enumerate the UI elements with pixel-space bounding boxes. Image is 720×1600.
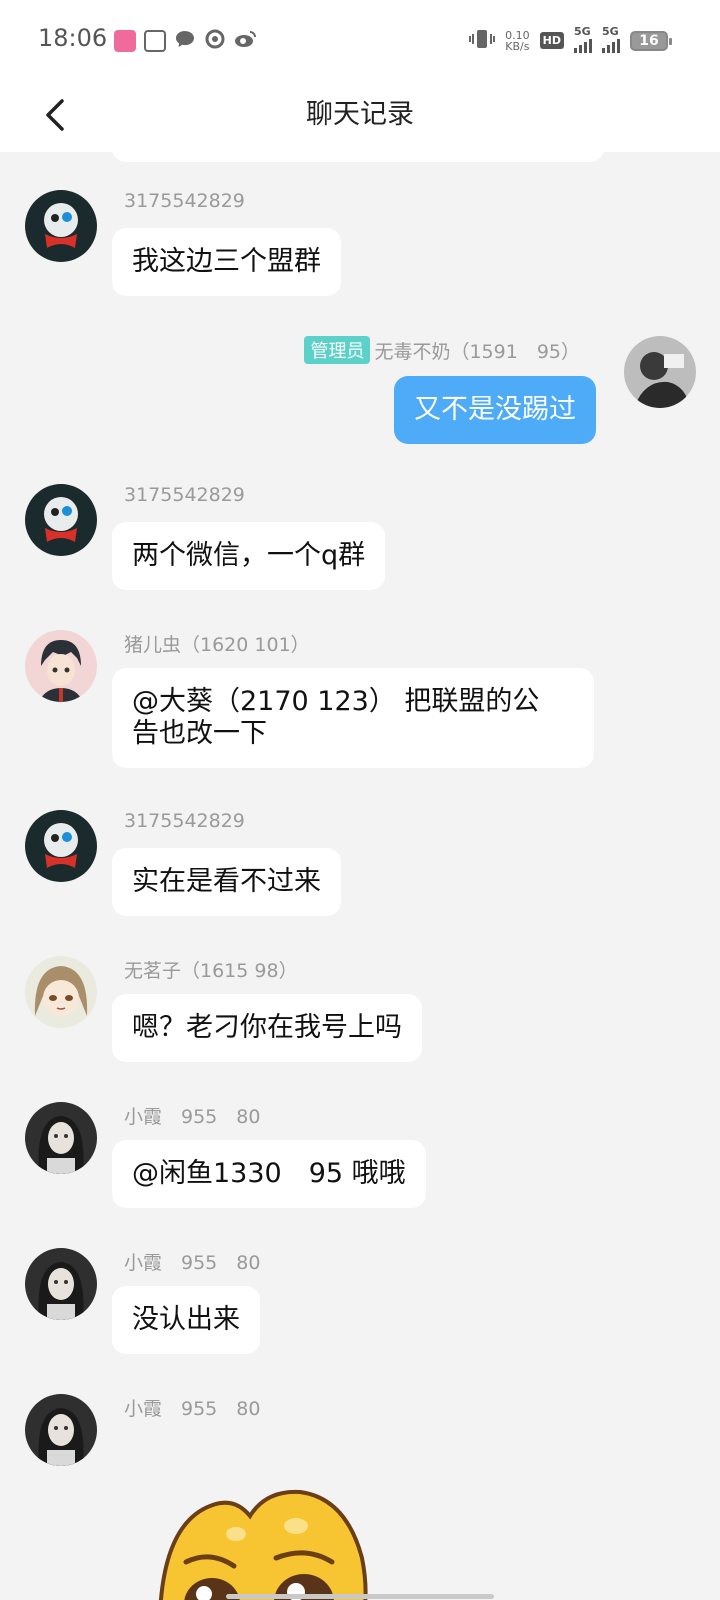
avatar[interactable] [25,956,97,1028]
shopping-app-icon [114,30,136,52]
message-bubble[interactable]: 两个微信，一个q群 [112,522,386,590]
sender-name: 小霞 955 80 [124,1252,261,1274]
signal-sim2-icon: 5G [602,25,620,53]
page-title: 聊天记录 [306,99,414,130]
message-text-line: 告也改一下 [132,718,267,749]
network-speed: 0.10 KB/s [505,28,530,53]
message-bubble[interactable]: 又不是没踢过 [394,376,596,444]
sender-name: 猪儿虫（1620 101） [124,634,310,656]
weibo-icon [234,28,258,54]
avatar[interactable] [25,1394,97,1466]
sender-name: 无毒不奶（1591 95） [374,340,580,363]
message-bubble[interactable]: @大葵（2170 123） 把联盟的公 告也改一下 [112,668,594,768]
avatar[interactable] [25,190,97,262]
circle-app-icon [204,28,226,54]
message-bubble[interactable]: 嗯？老刁你在我号上吗 [112,994,422,1062]
sender-name: 3175542829 [124,484,245,506]
status-bar: 18:06 0.10 KB/s HD 5G 5G 16 [0,0,720,80]
sender-name-row: 管理员 无毒不奶（1591 95） [304,336,580,364]
signal-sim1-icon: 5G [574,25,592,53]
battery-icon: 16 [630,30,672,51]
notification-icons [114,28,258,54]
chat-list[interactable]: 3175542829 我这边三个盟群 管理员 无毒不奶（1591 95） 又不是… [0,152,720,1600]
sender-name: 3175542829 [124,190,245,212]
vibrate-icon [469,28,496,53]
app-header: 聊天记录 [0,80,720,152]
avatar[interactable] [25,484,97,556]
message-bubble[interactable]: @闲鱼1330 95 哦哦 [112,1140,426,1208]
message-bubble[interactable]: 实在是看不过来 [112,848,341,916]
previous-message-bubble [112,152,604,162]
avatar[interactable] [25,630,97,702]
home-indicator[interactable] [226,1594,494,1599]
sender-name: 小霞 955 80 [124,1106,261,1128]
message-text-line: @大葵（2170 123） 把联盟的公 [132,686,540,717]
avatar[interactable] [25,810,97,882]
admin-badge: 管理员 [304,336,371,364]
avatar[interactable] [25,1102,97,1174]
hd-icon: HD [539,32,564,49]
message-icon [174,28,196,54]
message-bubble[interactable]: 我这边三个盟群 [112,228,341,296]
sender-name: 无茗子（1615 98） [124,960,298,982]
avatar[interactable] [25,1248,97,1320]
payment-app-icon [144,30,166,52]
status-right: 0.10 KB/s HD 5G 5G 16 [469,25,672,53]
sender-name: 小霞 955 80 [124,1398,261,1420]
sender-name: 3175542829 [124,810,245,832]
status-time: 18:06 [38,24,108,52]
avatar[interactable] [624,336,696,408]
message-bubble[interactable]: 没认出来 [112,1286,260,1354]
pleading-face-sticker[interactable] [150,1454,380,1600]
